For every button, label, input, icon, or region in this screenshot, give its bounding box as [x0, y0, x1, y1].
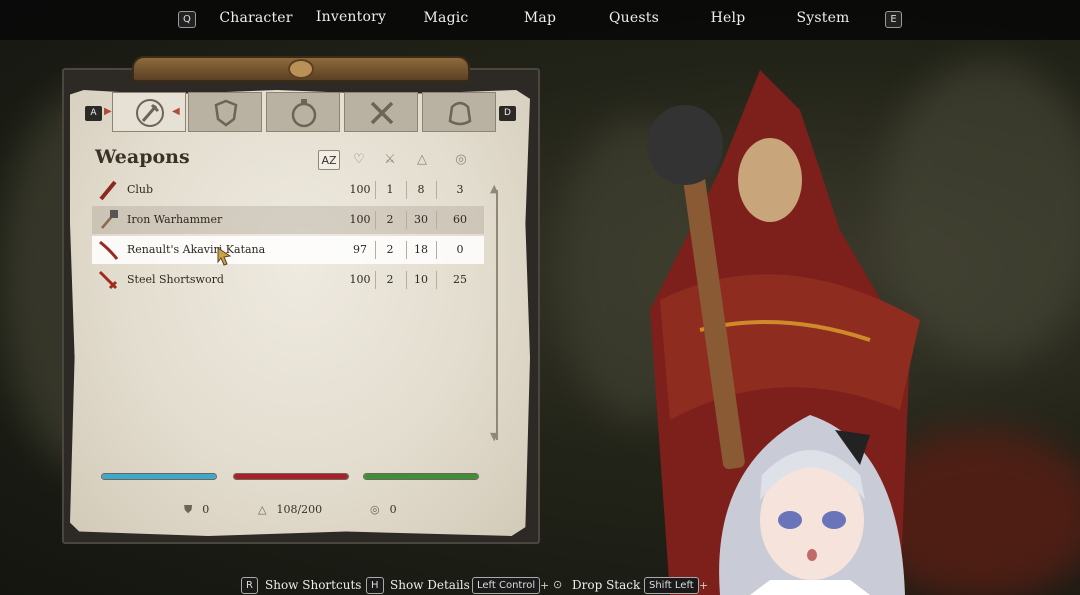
stamina-bar — [363, 473, 479, 480]
details-hint[interactable]: Show Details — [390, 578, 470, 592]
tab-potions[interactable] — [266, 92, 340, 132]
top-menu-bar: Q Character Inventory Magic Map Quests H… — [0, 0, 1080, 40]
club-icon — [99, 180, 117, 201]
weight-icon[interactable]: △ — [411, 150, 433, 170]
armor-rating-icon: ⛊ — [184, 503, 193, 516]
item-value-2: 2 — [386, 213, 394, 226]
tab-next-key[interactable]: D — [499, 106, 516, 121]
menu-item-quests[interactable]: Quests — [609, 10, 659, 26]
drop-stack-key[interactable]: Left Control — [472, 577, 541, 594]
weight-stat: △ 108/200 — [258, 503, 323, 516]
menu-next-key[interactable]: E — [885, 11, 902, 28]
favorite-icon[interactable]: ♡ — [348, 150, 370, 170]
item-value-2: 2 — [386, 273, 394, 286]
shift-key[interactable]: Shift Left — [644, 577, 699, 594]
tab-armor[interactable] — [188, 92, 262, 132]
item-value-3: 10 — [414, 273, 428, 286]
damage-icon[interactable]: ⚔ — [379, 150, 401, 170]
warhammer-icon — [101, 210, 118, 229]
item-value-2: 1 — [386, 183, 394, 196]
menu-item-magic[interactable]: Magic — [424, 10, 469, 26]
item-row[interactable]: Renault's Akaviri Katana 97 2 18 0 — [92, 236, 484, 264]
streamer-avatar — [719, 415, 905, 595]
tab-arrow-right: ▶ — [104, 106, 112, 117]
item-value-3: 8 — [417, 183, 425, 196]
menu-prev-key[interactable]: Q — [178, 11, 196, 28]
item-value-1: 100 — [349, 273, 371, 286]
tab-tools[interactable] — [344, 92, 418, 132]
magicka-bar — [101, 473, 217, 480]
item-value-1: 100 — [349, 183, 371, 196]
item-value-1: 100 — [349, 213, 371, 226]
menu-item-inventory[interactable]: Inventory — [316, 9, 386, 25]
katana-icon — [99, 240, 119, 260]
drop-stack-hint[interactable]: Drop Stack — [572, 578, 640, 592]
details-key[interactable]: H — [366, 577, 384, 594]
value-icon[interactable]: ◎ — [450, 150, 472, 170]
gold-stat: ◎ 0 — [370, 503, 397, 516]
item-value-4: 0 — [456, 243, 464, 256]
potions-icon — [291, 99, 317, 128]
menu-item-system[interactable]: System — [796, 10, 849, 26]
armor-stat: ⛊ 0 — [184, 503, 210, 516]
category-tabs: ▶ ◀ — [84, 92, 520, 132]
tab-arrow-left: ◀ — [172, 106, 180, 117]
item-value-2: 2 — [386, 243, 394, 256]
plus-separator: + — [699, 579, 709, 592]
item-name: Iron Warhammer — [127, 213, 223, 226]
tab-misc[interactable] — [422, 92, 496, 132]
weapons-icon — [136, 99, 164, 127]
item-value-4: 25 — [453, 273, 467, 286]
weight-icon: △ — [258, 503, 267, 516]
mouse-icon: ⊙ — [553, 578, 563, 591]
mouse-cursor-icon — [217, 247, 232, 266]
menu-item-help[interactable]: Help — [711, 10, 746, 26]
menu-item-character[interactable]: Character — [219, 10, 292, 26]
scroll-down-icon[interactable]: ▼ — [490, 430, 498, 443]
plus-separator: + — [540, 579, 550, 592]
panel-ornament — [132, 56, 470, 82]
item-row[interactable]: Steel Shortsword 100 2 10 25 — [92, 266, 484, 294]
scrollbar[interactable] — [496, 190, 498, 440]
item-value-3: 18 — [414, 243, 428, 256]
item-value-1: 97 — [353, 243, 367, 256]
shortsword-icon — [98, 270, 118, 290]
alphabetical-sort-icon[interactable]: AZ — [318, 150, 340, 170]
tab-prev-key[interactable]: A — [85, 106, 102, 121]
item-value-4: 60 — [453, 213, 467, 226]
shortcuts-hint[interactable]: Show Shortcuts — [265, 578, 361, 592]
item-name: Steel Shortsword — [127, 273, 224, 286]
item-name: Renault's Akaviri Katana — [127, 243, 266, 256]
item-name: Club — [127, 183, 154, 196]
item-value-4: 3 — [456, 183, 464, 196]
gold-icon: ◎ — [370, 503, 380, 516]
item-row[interactable]: Club 100 1 8 3 — [92, 176, 484, 204]
item-value-3: 30 — [414, 213, 428, 226]
item-row[interactable]: Iron Warhammer 100 2 30 60 — [92, 206, 484, 234]
shortcuts-key[interactable]: R — [241, 577, 258, 594]
misc-icon — [448, 101, 472, 126]
section-title: Weapons — [95, 146, 190, 168]
menu-item-map[interactable]: Map — [524, 10, 556, 26]
tools-icon — [370, 101, 394, 125]
health-bar — [233, 473, 349, 480]
armor-icon — [214, 99, 238, 127]
